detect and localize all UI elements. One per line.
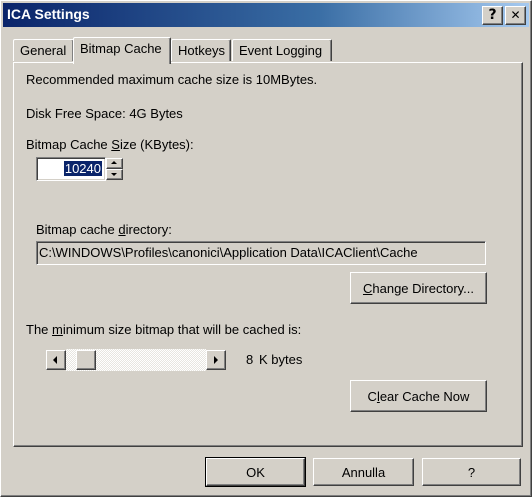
clear-cache-button[interactable]: Clear Cache Now (350, 380, 487, 412)
help-button[interactable]: ? (422, 458, 521, 486)
tab-event-logging[interactable]: Event Logging (232, 39, 332, 61)
cache-size-value: 10240 (63, 161, 102, 176)
spin-down-button[interactable] (106, 169, 123, 180)
bitmap-cache-panel: Recommended maximum cache size is 10MByt… (13, 62, 523, 447)
cancel-button[interactable]: Annulla (313, 458, 414, 486)
cache-size-label: Bitmap Cache Size (KBytes): (26, 137, 194, 152)
ok-button[interactable]: OK (205, 457, 306, 487)
cache-directory-field: C:\WINDOWS\Profiles\canonici\Application… (36, 241, 486, 265)
slider-right-button[interactable] (206, 350, 226, 370)
recommended-size-text: Recommended maximum cache size is 10MByt… (26, 72, 318, 87)
title-bar[interactable]: ICA Settings ? ✕ (3, 3, 529, 27)
spin-down-icon (111, 173, 117, 176)
min-size-slider-thumb[interactable] (76, 350, 96, 370)
min-size-value: 8 (246, 352, 254, 367)
change-directory-button[interactable]: Change Directory... (350, 272, 487, 304)
close-icon: ✕ (510, 8, 521, 22)
tab-bitmap-cache[interactable]: Bitmap Cache (73, 37, 171, 64)
disk-free-space-text: Disk Free Space: 4G Bytes (26, 106, 183, 121)
close-title-button[interactable]: ✕ (505, 6, 526, 25)
cache-size-input[interactable]: 10240 (36, 157, 106, 181)
tab-hotkeys[interactable]: Hotkeys (171, 39, 231, 61)
min-size-unit: K bytes (259, 352, 303, 367)
help-title-button[interactable]: ? (482, 6, 503, 25)
ica-settings-dialog: ICA Settings ? ✕ General Bitmap Cache Ho… (0, 0, 532, 497)
spin-up-button[interactable] (106, 158, 123, 169)
arrow-right-icon (214, 356, 218, 364)
cache-directory-label: Bitmap cache directory: (36, 222, 172, 237)
spin-up-icon (111, 161, 117, 164)
window-title: ICA Settings (7, 6, 90, 22)
min-size-label: The minimum size bitmap that will be cac… (26, 322, 302, 337)
tab-general[interactable]: General (13, 39, 74, 61)
slider-left-button[interactable] (46, 350, 66, 370)
arrow-left-icon (53, 356, 57, 364)
